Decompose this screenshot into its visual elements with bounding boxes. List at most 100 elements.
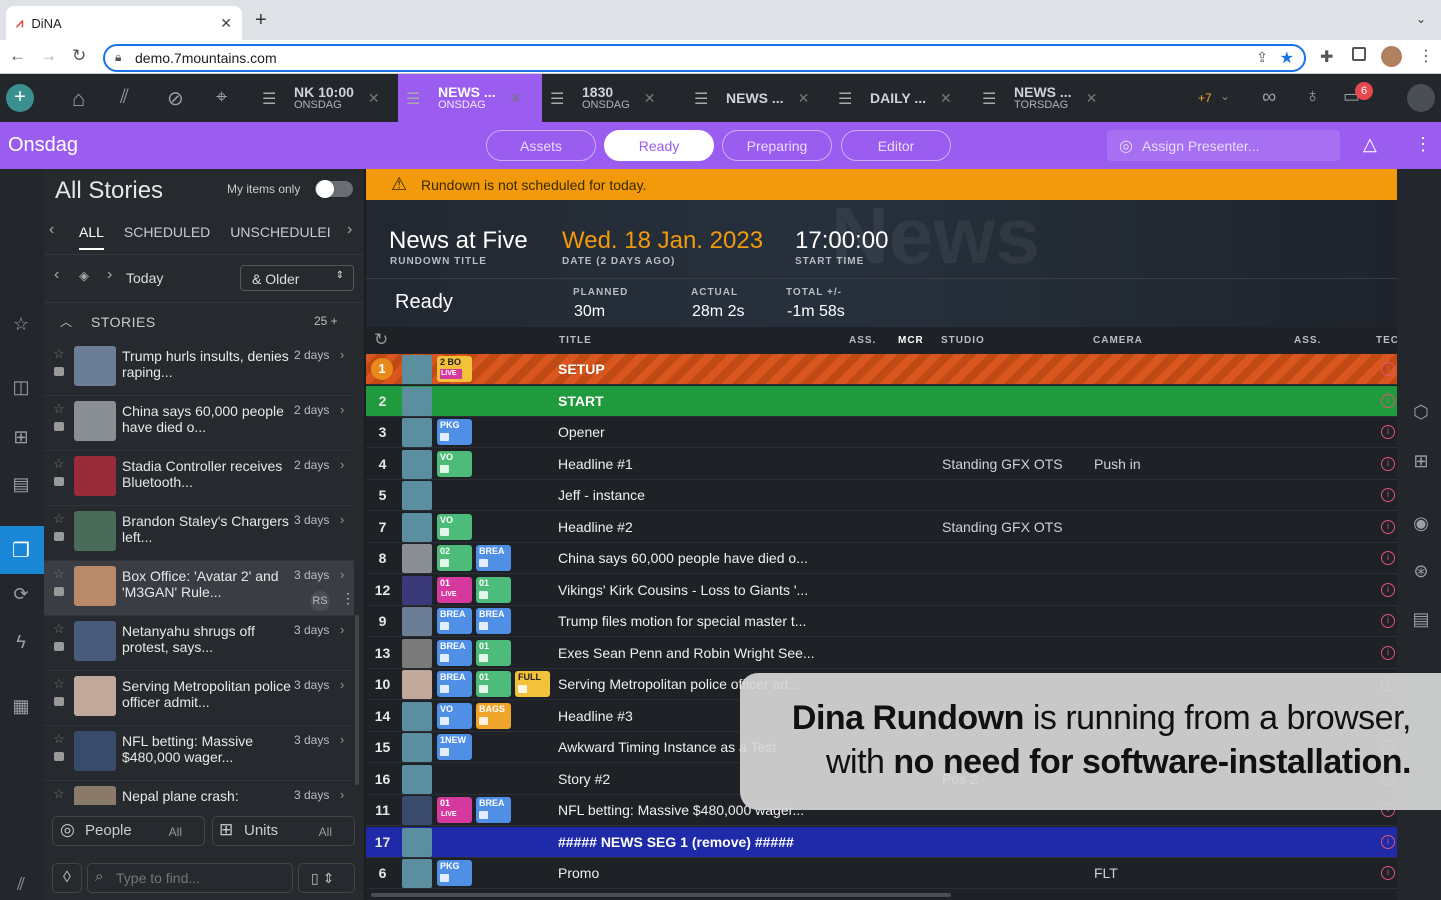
date-today-icon[interactable]: ◈ bbox=[79, 268, 89, 284]
filters-scroll-left-icon[interactable]: ‹ bbox=[49, 221, 54, 239]
row-info-icon[interactable]: i bbox=[1381, 519, 1395, 534]
assign-presenter-field[interactable]: ◎ Assign Presenter... bbox=[1107, 130, 1340, 161]
filter-tab[interactable]: UNSCHEDULEI bbox=[230, 224, 330, 250]
col-studio[interactable]: STUDIO bbox=[941, 335, 985, 346]
user-avatar-icon[interactable] bbox=[1407, 84, 1435, 112]
view-pill-editor[interactable]: Editor bbox=[841, 130, 951, 161]
story-item[interactable]: ☆ Trump hurls insults, denies raping... … bbox=[44, 341, 354, 396]
row-camera[interactable]: Push in bbox=[1094, 456, 1141, 472]
stories-scrollbar[interactable] bbox=[355, 615, 359, 785]
units-filter[interactable]: ⊞ Units All bbox=[212, 816, 355, 846]
rundown-row[interactable]: 12 01 LIVE 01 Vikings' Kirk Cousins - Loss… bbox=[366, 575, 1397, 606]
col-title[interactable]: TITLE bbox=[559, 335, 592, 346]
contacts-icon[interactable]: ◫ bbox=[10, 377, 32, 399]
location-icon[interactable]: ⌖ bbox=[216, 86, 227, 109]
story-item[interactable]: ☆ NFL betting: Massive $480,000 wager...… bbox=[44, 726, 354, 781]
sidebar-icon[interactable] bbox=[1352, 47, 1366, 61]
filters-scroll-right-icon[interactable]: › bbox=[347, 221, 352, 239]
row-title[interactable]: China says 60,000 people have died o... bbox=[558, 550, 808, 566]
row-title[interactable]: SETUP bbox=[558, 361, 605, 377]
departments-icon-right[interactable]: ▤ bbox=[1410, 609, 1432, 631]
story-item[interactable]: ☆ Brandon Staley's Chargers left... 3 da… bbox=[44, 506, 354, 561]
row-title[interactable]: Story #2 bbox=[558, 771, 610, 787]
lightbulb-icon[interactable]: ♁ bbox=[1305, 85, 1320, 108]
story-item[interactable]: ☆ China says 60,000 people have died o..… bbox=[44, 396, 354, 451]
forward-icon[interactable]: → bbox=[40, 46, 57, 66]
row-title[interactable]: Exes Sean Penn and Robin Wright See... bbox=[558, 645, 815, 661]
date-prev-icon[interactable]: ‹ bbox=[54, 266, 59, 284]
story-star-icon[interactable]: ☆ bbox=[53, 676, 65, 692]
graph-icon[interactable]: ⫽ bbox=[10, 874, 32, 896]
rundown-row[interactable]: 1 2 BO LIVE SETUP i bbox=[366, 354, 1397, 385]
close-tab-icon[interactable]: ✕ bbox=[1086, 90, 1098, 107]
departments-icon[interactable]: ▤ bbox=[10, 474, 32, 496]
row-title[interactable]: Headline #2 bbox=[558, 519, 633, 535]
story-star-icon[interactable]: ☆ bbox=[53, 621, 65, 637]
close-tab-icon[interactable]: ✕ bbox=[368, 90, 380, 107]
chevron-right-icon[interactable]: › bbox=[340, 402, 344, 417]
rundown-row[interactable]: 7 VO Headline #2 Standing GFX OTS i bbox=[366, 512, 1397, 543]
link-icon[interactable]: ∞ bbox=[1262, 86, 1276, 109]
story-star-icon[interactable]: ☆ bbox=[53, 566, 65, 582]
view-pill-assets[interactable]: Assets bbox=[486, 130, 596, 161]
row-info-icon[interactable]: i bbox=[1381, 362, 1395, 376]
teams-icon[interactable]: ⊞ bbox=[10, 427, 32, 449]
rundown-row[interactable]: 5 Jeff - instance i bbox=[366, 480, 1397, 511]
row-info-icon[interactable]: i bbox=[1381, 834, 1395, 849]
home-icon[interactable]: ⌂ bbox=[72, 86, 85, 112]
row-info-icon[interactable]: i bbox=[1381, 866, 1395, 880]
story-star-icon[interactable]: ☆ bbox=[53, 456, 65, 472]
rundown-row[interactable]: 13 BREA 01 Exes Sean Penn and Robin Wrigh… bbox=[366, 638, 1397, 669]
filter-tab[interactable]: SCHEDULED bbox=[124, 224, 210, 250]
chevron-right-icon[interactable]: › bbox=[340, 512, 344, 527]
story-star-icon[interactable]: ☆ bbox=[53, 346, 65, 362]
row-studio[interactable]: Standing GFX OTS bbox=[942, 519, 1063, 535]
bookmark-star-icon[interactable]: ★ bbox=[1280, 48, 1294, 68]
browser-tab[interactable]: ⩘ DiNA ✕ bbox=[6, 6, 242, 40]
row-info-icon[interactable]: i bbox=[1381, 645, 1395, 660]
rundown-row[interactable]: 8 02 BREA China says 60,000 people have d… bbox=[366, 543, 1397, 574]
chevron-right-icon[interactable]: › bbox=[340, 787, 344, 802]
rundown-tab[interactable]: ☰ NK 10:00 ONSDAG ✕ bbox=[254, 74, 398, 122]
horizontal-scrollbar[interactable] bbox=[371, 893, 951, 897]
sync-icon[interactable]: ⟳ bbox=[10, 584, 32, 606]
rundown-tab[interactable]: ☰ NEWS ... ONSDAG ✕ bbox=[398, 74, 542, 122]
color-filter-button[interactable]: ◊ bbox=[52, 863, 82, 893]
media-chip[interactable]: 1NEW bbox=[437, 734, 472, 760]
rundown-row[interactable]: 6 PKG Promo FLT i bbox=[366, 858, 1397, 889]
row-title[interactable]: Vikings' Kirk Cousins - Loss to Giants '… bbox=[558, 582, 808, 598]
stories-nav-active[interactable]: ❐ bbox=[0, 526, 44, 574]
media-chip[interactable]: 01 LIVE bbox=[437, 576, 472, 603]
media-chip[interactable]: PKG bbox=[437, 419, 472, 445]
people-filter[interactable]: ◎ People All bbox=[52, 816, 205, 846]
row-title[interactable]: Headline #1 bbox=[558, 456, 633, 472]
row-info-icon[interactable]: i bbox=[1381, 582, 1395, 597]
share-icon[interactable]: ⇪ bbox=[1256, 49, 1268, 66]
media-chip[interactable]: VO bbox=[437, 702, 472, 729]
chevron-right-icon[interactable]: › bbox=[340, 567, 344, 582]
more-options-icon[interactable]: ⋮ bbox=[1414, 134, 1432, 155]
story-star-icon[interactable]: ☆ bbox=[53, 731, 65, 747]
tab-search-icon[interactable]: ⌄ bbox=[1416, 12, 1426, 26]
row-title[interactable]: Trump files motion for special master t.… bbox=[558, 613, 806, 629]
documents-icon[interactable]: ▦ bbox=[10, 696, 32, 718]
compass-icon[interactable]: ⊘ bbox=[167, 86, 184, 111]
row-title[interactable]: START bbox=[558, 393, 604, 409]
rundown-tab[interactable]: ☰ 1830 ONSDAG ✕ bbox=[542, 74, 686, 122]
feeds-icon[interactable]: ⫽ bbox=[120, 86, 129, 109]
rundown-tab[interactable]: ☰ NEWS ... ✕ bbox=[686, 74, 830, 122]
media-chip[interactable]: BREA bbox=[437, 608, 472, 634]
browser-menu-icon[interactable]: ⋮ bbox=[1418, 46, 1434, 66]
story-item[interactable]: ☆ Box Office: 'Avatar 2' and 'M3GAN' Rul… bbox=[44, 561, 355, 616]
story-star-icon[interactable]: ☆ bbox=[53, 401, 65, 417]
row-info-icon[interactable]: i bbox=[1381, 551, 1395, 565]
lightning-icon[interactable]: ϟ bbox=[10, 632, 32, 654]
saved-search-button[interactable]: ▯ ⇕ bbox=[298, 863, 355, 893]
more-tabs-count[interactable]: +7 bbox=[1198, 91, 1212, 105]
filter-tab[interactable]: ALL bbox=[79, 224, 104, 250]
row-info-icon[interactable]: i bbox=[1381, 425, 1395, 439]
close-tab-icon[interactable]: ✕ bbox=[644, 90, 656, 107]
chevron-right-icon[interactable]: › bbox=[340, 677, 344, 692]
rundown-date[interactable]: Wed. 18 Jan. 2023 bbox=[562, 227, 763, 255]
search-input[interactable] bbox=[116, 870, 286, 886]
